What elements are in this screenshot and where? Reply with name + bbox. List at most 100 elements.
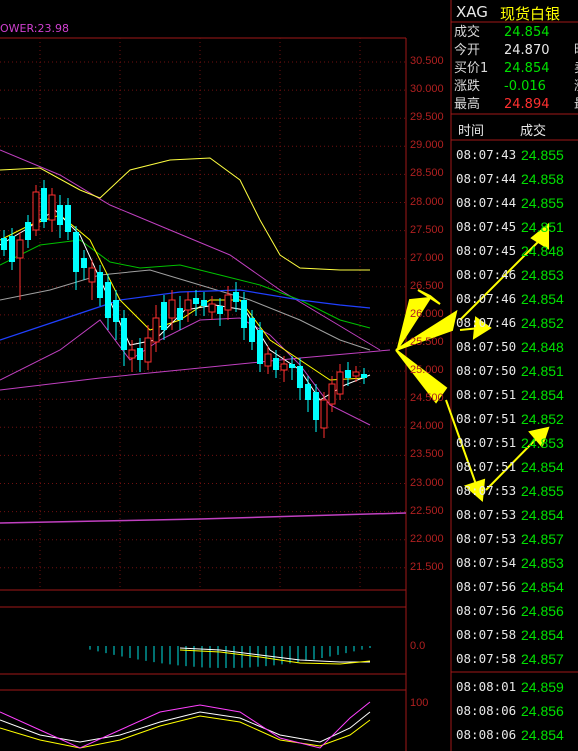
ticks-col-price: 成交 xyxy=(520,124,547,139)
tick-time: 08:07:53 xyxy=(456,483,517,498)
tick-price: 24.848 xyxy=(521,243,564,259)
candle-body xyxy=(361,374,367,378)
tick-time: 08:07:56 xyxy=(456,579,517,594)
tick-price: 24.857 xyxy=(521,651,564,667)
price-tick-label: 30.500 xyxy=(410,55,444,67)
tick-price: 24.856 xyxy=(521,703,564,719)
quote-label: 最高 xyxy=(454,97,481,112)
tick-time: 08:07:53 xyxy=(456,531,517,546)
tick-time: 08:08:06 xyxy=(456,727,517,742)
tick-time: 08:07:53 xyxy=(456,507,517,522)
candle-body xyxy=(273,358,279,370)
candle-body xyxy=(81,258,87,268)
candle-body xyxy=(289,364,295,368)
tick-price: 24.854 xyxy=(521,627,564,643)
macd-axis-label: 0.0 xyxy=(410,640,426,652)
tick-price: 24.852 xyxy=(521,411,564,427)
quote-extra-label: 卖 xyxy=(574,60,578,78)
quote-extra-label: 最 xyxy=(574,96,578,114)
candle-body xyxy=(105,282,111,318)
tick-price: 24.857 xyxy=(521,531,564,547)
quote-label: 成交 xyxy=(454,25,481,40)
quote-value: -0.016 xyxy=(504,79,546,94)
price-tick-label: 29.000 xyxy=(410,139,444,152)
candle-body xyxy=(25,222,31,240)
candle-body xyxy=(257,330,263,364)
candle-body xyxy=(88,267,96,283)
candle-body xyxy=(177,308,183,320)
macd-dif-line xyxy=(179,647,370,663)
tick-price: 24.854 xyxy=(521,387,564,403)
candle-body xyxy=(121,318,127,350)
candle-body xyxy=(305,384,311,400)
candle-body xyxy=(97,272,103,298)
candle-body xyxy=(128,349,136,359)
candle-body xyxy=(1,238,7,250)
candle-body xyxy=(57,205,63,225)
tick-price: 24.852 xyxy=(521,315,564,331)
price-tick-label: 21.500 xyxy=(410,560,444,573)
tick-time: 08:07:58 xyxy=(456,627,517,642)
candle-body xyxy=(9,236,15,262)
candle-body xyxy=(137,348,143,360)
tick-price: 24.855 xyxy=(521,195,564,211)
price-tick-label: 28.500 xyxy=(410,167,444,180)
tick-price: 24.854 xyxy=(521,727,564,743)
candle-body xyxy=(168,299,176,319)
tick-price: 24.859 xyxy=(521,679,564,695)
tick-time: 08:08:06 xyxy=(456,703,517,718)
candle-body xyxy=(32,191,40,231)
tick-price: 24.858 xyxy=(521,171,564,187)
candle-body xyxy=(201,300,207,306)
quote-value: 24.870 xyxy=(504,43,550,58)
candle-body xyxy=(249,318,255,342)
tick-price: 24.848 xyxy=(521,339,564,355)
candle-body xyxy=(41,188,47,222)
long-ma-line xyxy=(0,512,407,524)
tick-price: 24.851 xyxy=(521,219,564,235)
candle-body xyxy=(16,239,24,259)
tick-price: 24.851 xyxy=(521,363,564,379)
candle-body xyxy=(48,194,56,221)
ticks-col-time: 时间 xyxy=(458,124,485,139)
tick-time: 08:08:01 xyxy=(456,679,517,694)
candle-body xyxy=(193,298,199,304)
tick-time: 08:07:50 xyxy=(456,339,517,354)
price-tick-label: 24.000 xyxy=(410,420,444,433)
tick-time: 08:07:45 xyxy=(456,243,517,258)
tick-time: 08:07:58 xyxy=(456,651,517,666)
candle-body xyxy=(233,292,239,302)
tick-time: 08:07:45 xyxy=(456,219,517,234)
price-tick-label: 27.000 xyxy=(410,251,444,264)
candle-body xyxy=(264,353,272,367)
tick-price: 24.854 xyxy=(521,459,564,475)
price-tick-label: 22.000 xyxy=(410,532,444,545)
price-tick-label: 23.000 xyxy=(410,476,444,489)
quote-label: 今开 xyxy=(454,43,481,58)
tick-price: 24.853 xyxy=(521,435,564,451)
quote-label: 买价1 xyxy=(454,61,489,76)
tick-price: 24.854 xyxy=(521,507,564,523)
price-tick-label: 30.000 xyxy=(410,83,444,96)
tick-time: 08:07:51 xyxy=(456,459,517,474)
candle-body xyxy=(217,306,223,314)
price-tick-label: 25.500 xyxy=(410,336,444,348)
price-tick-label: 22.500 xyxy=(410,504,444,517)
candle-body xyxy=(345,370,351,378)
candle-body xyxy=(241,300,247,328)
tick-price: 24.855 xyxy=(521,147,564,163)
quote-label: 涨跌 xyxy=(454,79,481,94)
quote-value: 24.854 xyxy=(504,25,550,40)
price-gridlines xyxy=(0,38,406,590)
tick-time: 08:07:44 xyxy=(456,171,517,186)
kdj-d-line xyxy=(0,715,371,749)
candle-body xyxy=(328,383,336,405)
tick-time: 08:07:43 xyxy=(456,147,517,162)
candle-body xyxy=(336,371,344,395)
tick-price: 24.856 xyxy=(521,603,564,619)
tick-price: 24.853 xyxy=(521,555,564,571)
candle-body xyxy=(320,399,328,429)
price-tick-label: 24.500 xyxy=(410,392,444,405)
candle-body xyxy=(161,302,167,330)
candle-body xyxy=(224,294,232,311)
